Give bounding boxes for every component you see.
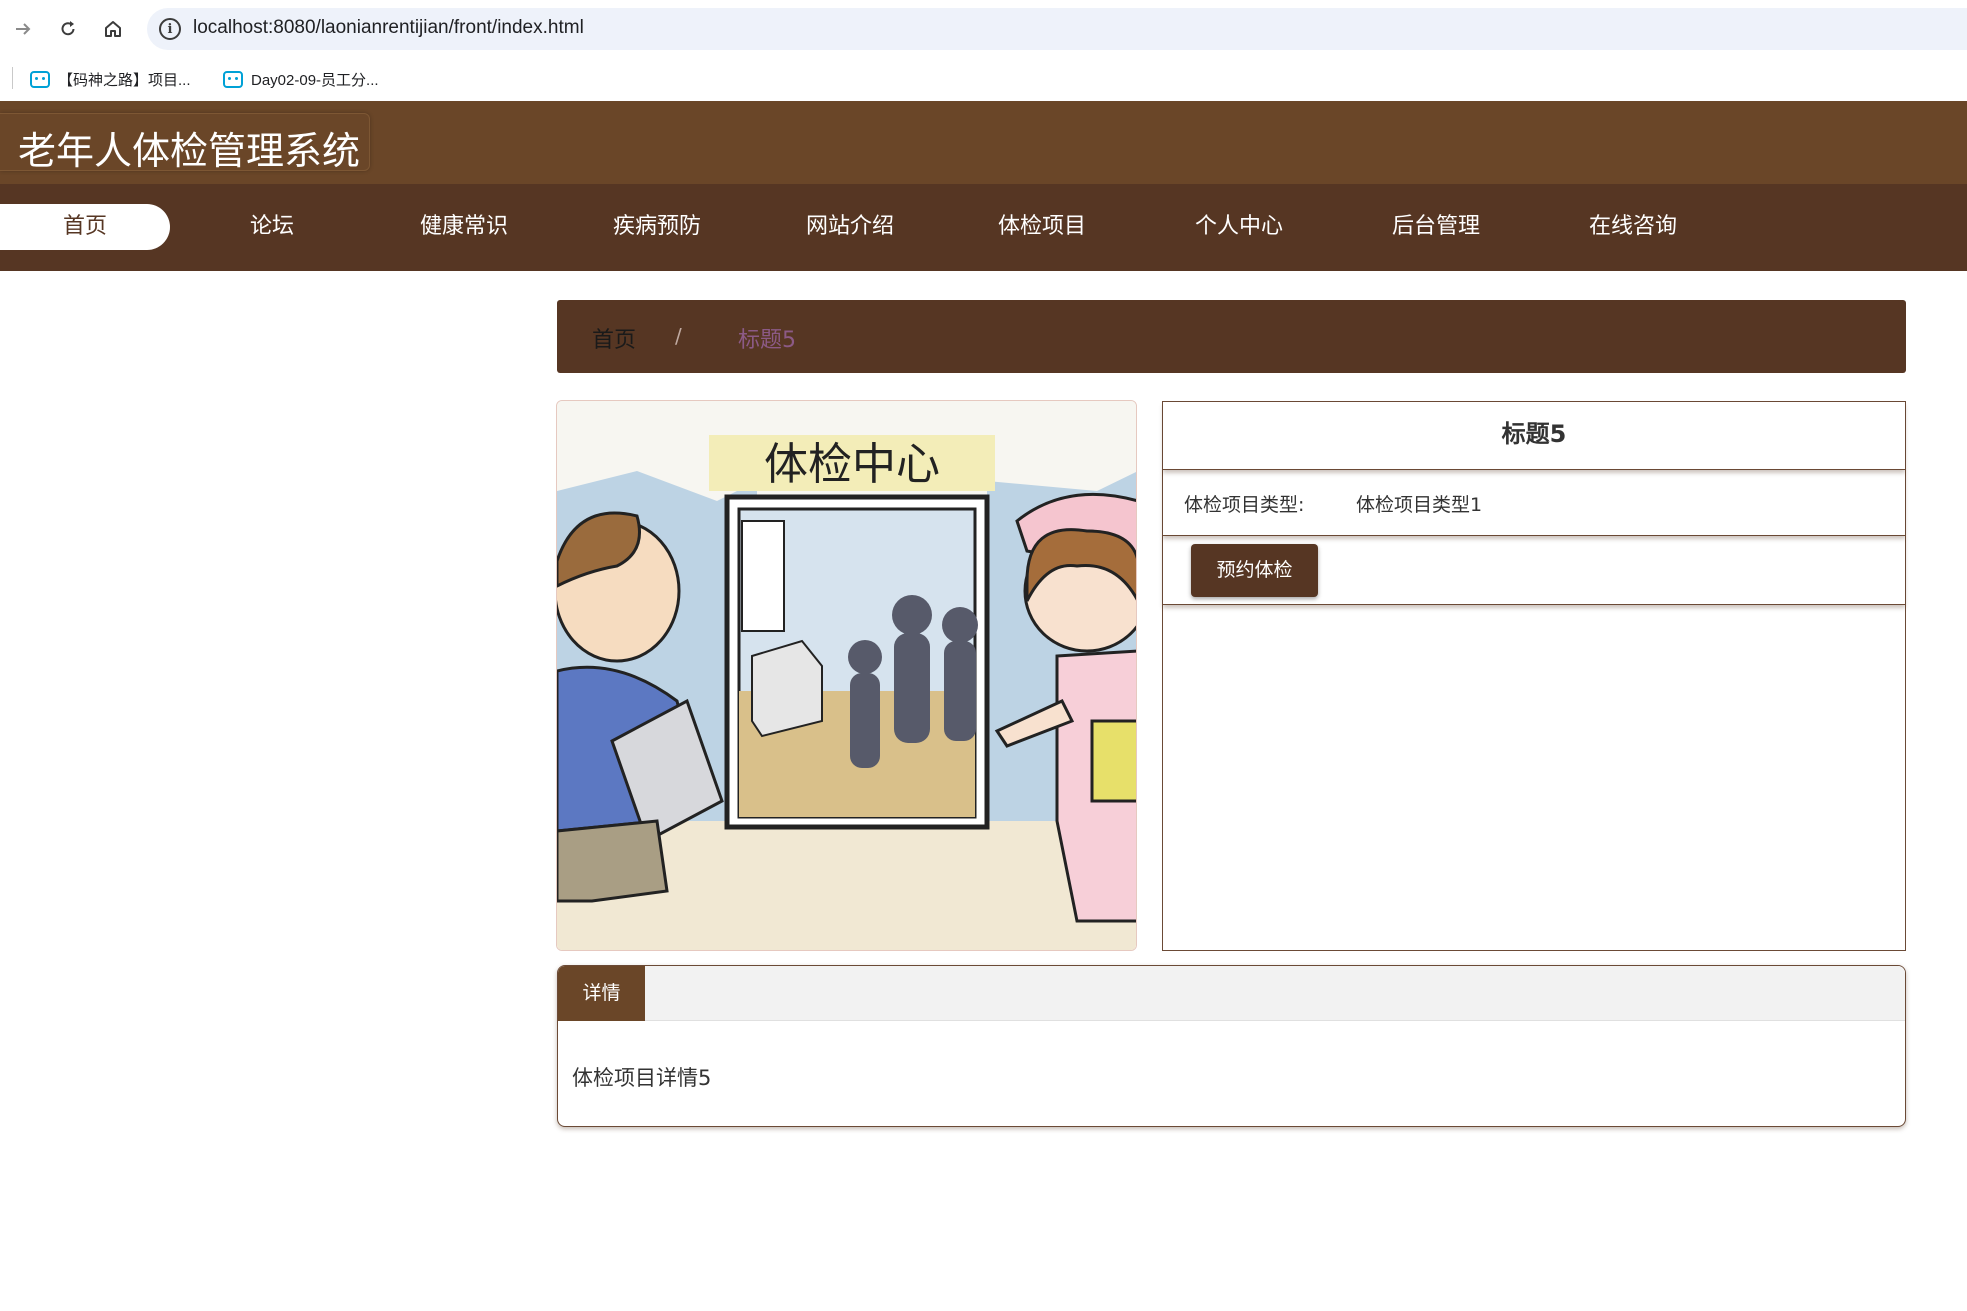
tab-details[interactable]: 详情 xyxy=(558,966,645,1021)
nav-item-checkup-items[interactable]: 体检项目 xyxy=(982,204,1102,250)
breadcrumb-separator: / xyxy=(675,324,682,348)
item-title: 标题5 xyxy=(1163,402,1905,470)
nav-item-online-consult[interactable]: 在线咨询 xyxy=(1573,204,1693,250)
bookmark-label: Day02-09-员工分... xyxy=(251,71,379,89)
bilibili-icon xyxy=(30,70,50,88)
reload-icon[interactable] xyxy=(53,14,83,44)
checkup-center-illustration: 体检中心 xyxy=(557,401,1136,950)
breadcrumb-home[interactable]: 首页 xyxy=(592,322,636,354)
address-url[interactable]: localhost:8080/laonianrentijian/front/in… xyxy=(193,17,584,39)
site-title: 老年人体检管理系统 xyxy=(18,129,361,173)
bookmark-item[interactable]: Day02-09-员工分... xyxy=(223,66,379,92)
site-title-box: 老年人体检管理系统 xyxy=(0,113,370,173)
bookmark-item[interactable]: 【码神之路】项目... xyxy=(30,66,191,92)
book-checkup-button[interactable]: 预约体检 xyxy=(1191,544,1318,597)
address-bar[interactable]: i localhost:8080/laonianrentijian/front/… xyxy=(147,8,1967,50)
browser-toolbar: i localhost:8080/laonianrentijian/front/… xyxy=(0,0,1967,57)
details-content: 体检项目详情5 xyxy=(572,1066,712,1090)
item-type-value: 体检项目类型1 xyxy=(1356,494,1483,516)
item-type-row: 体检项目类型: 体检项目类型1 xyxy=(1163,470,1905,536)
breadcrumb: 首页 / 标题5 xyxy=(557,300,1906,373)
bookmarks-bar: 【码神之路】项目... Day02-09-员工分... xyxy=(0,57,1967,101)
forward-icon[interactable] xyxy=(8,14,38,44)
nav-item-site-intro[interactable]: 网站介绍 xyxy=(790,204,910,250)
bookmarks-divider xyxy=(12,67,13,89)
nav-item-forum[interactable]: 论坛 xyxy=(222,204,322,250)
nav-item-disease-prevention[interactable]: 疾病预防 xyxy=(597,204,717,250)
item-type-label: 体检项目类型: xyxy=(1184,494,1305,516)
nav-item-health-knowledge[interactable]: 健康常识 xyxy=(404,204,524,250)
bookmark-label: 【码神之路】项目... xyxy=(58,71,191,89)
details-tabbar: 详情 xyxy=(558,966,1905,1021)
site-header: 老年人体检管理系统 xyxy=(0,101,1967,184)
checkup-image: 体检中心 xyxy=(556,400,1137,951)
site-info-icon[interactable]: i xyxy=(159,18,181,40)
nav-item-admin[interactable]: 后台管理 xyxy=(1376,204,1496,250)
nav-item-home[interactable]: 首页 xyxy=(0,204,170,250)
item-actions: 预约体检 xyxy=(1163,536,1905,605)
bilibili-icon xyxy=(223,70,243,88)
home-icon[interactable] xyxy=(98,14,128,44)
details-panel: 详情 体检项目详情5 xyxy=(557,965,1906,1127)
sign-text: 体检中心 xyxy=(764,439,940,490)
nav-item-personal-center[interactable]: 个人中心 xyxy=(1179,204,1299,250)
breadcrumb-current: 标题5 xyxy=(738,328,796,353)
checkup-info-panel: 标题5 体检项目类型: 体检项目类型1 预约体检 xyxy=(1162,401,1906,951)
main-nav: 首页 论坛 健康常识 疾病预防 网站介绍 体检项目 个人中心 后台管理 在线咨询 xyxy=(0,184,1967,271)
